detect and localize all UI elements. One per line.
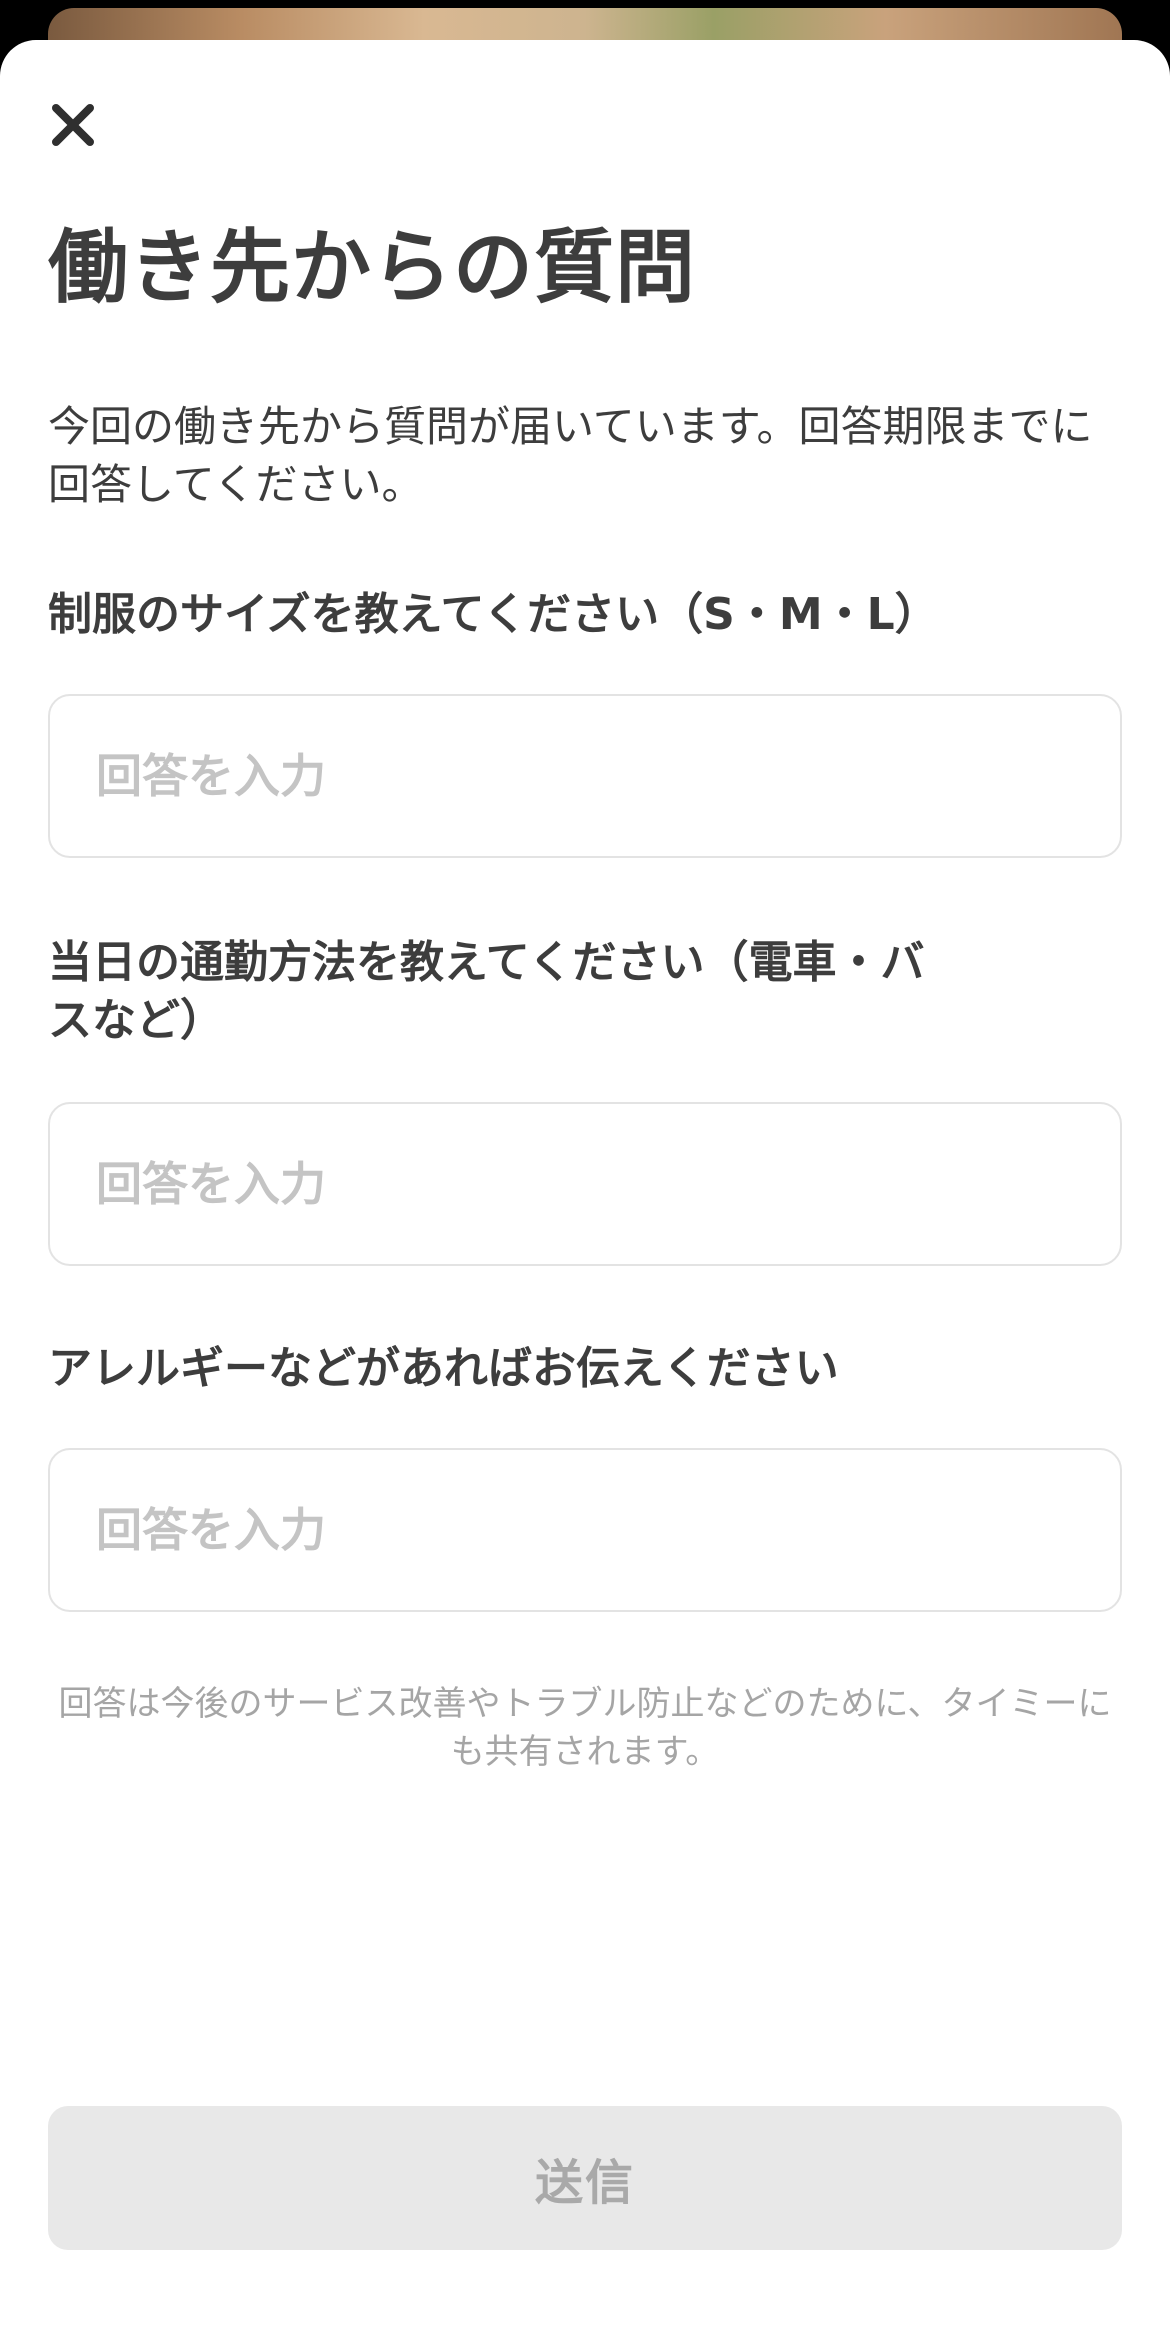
intro-text: 今回の働き先から質問が届いています。回答期限までに回答してください。 xyxy=(48,402,1093,509)
question-label-allergies: アレルギーなどがあればお伝えください xyxy=(48,1343,839,1394)
answer-input-commute-method[interactable] xyxy=(48,1102,1122,1266)
submit-button[interactable]: 送信 xyxy=(48,2106,1122,2250)
answer-input-allergies[interactable] xyxy=(48,1448,1122,1612)
close-icon xyxy=(52,104,94,146)
sharing-notice: 回答は今後のサービス改善やトラブル防止などのために、タイミーにも共有されます。 xyxy=(58,1684,1112,1772)
close-button[interactable] xyxy=(40,92,106,158)
question-label-commute-method: 当日の通勤方法を教えてください（電車・バスなど） xyxy=(48,937,925,1046)
page-title: 働き先からの質問 xyxy=(48,221,696,314)
answer-input-uniform-size[interactable] xyxy=(48,694,1122,858)
question-label-uniform-size: 制服のサイズを教えてください（S・M・L） xyxy=(48,589,939,640)
